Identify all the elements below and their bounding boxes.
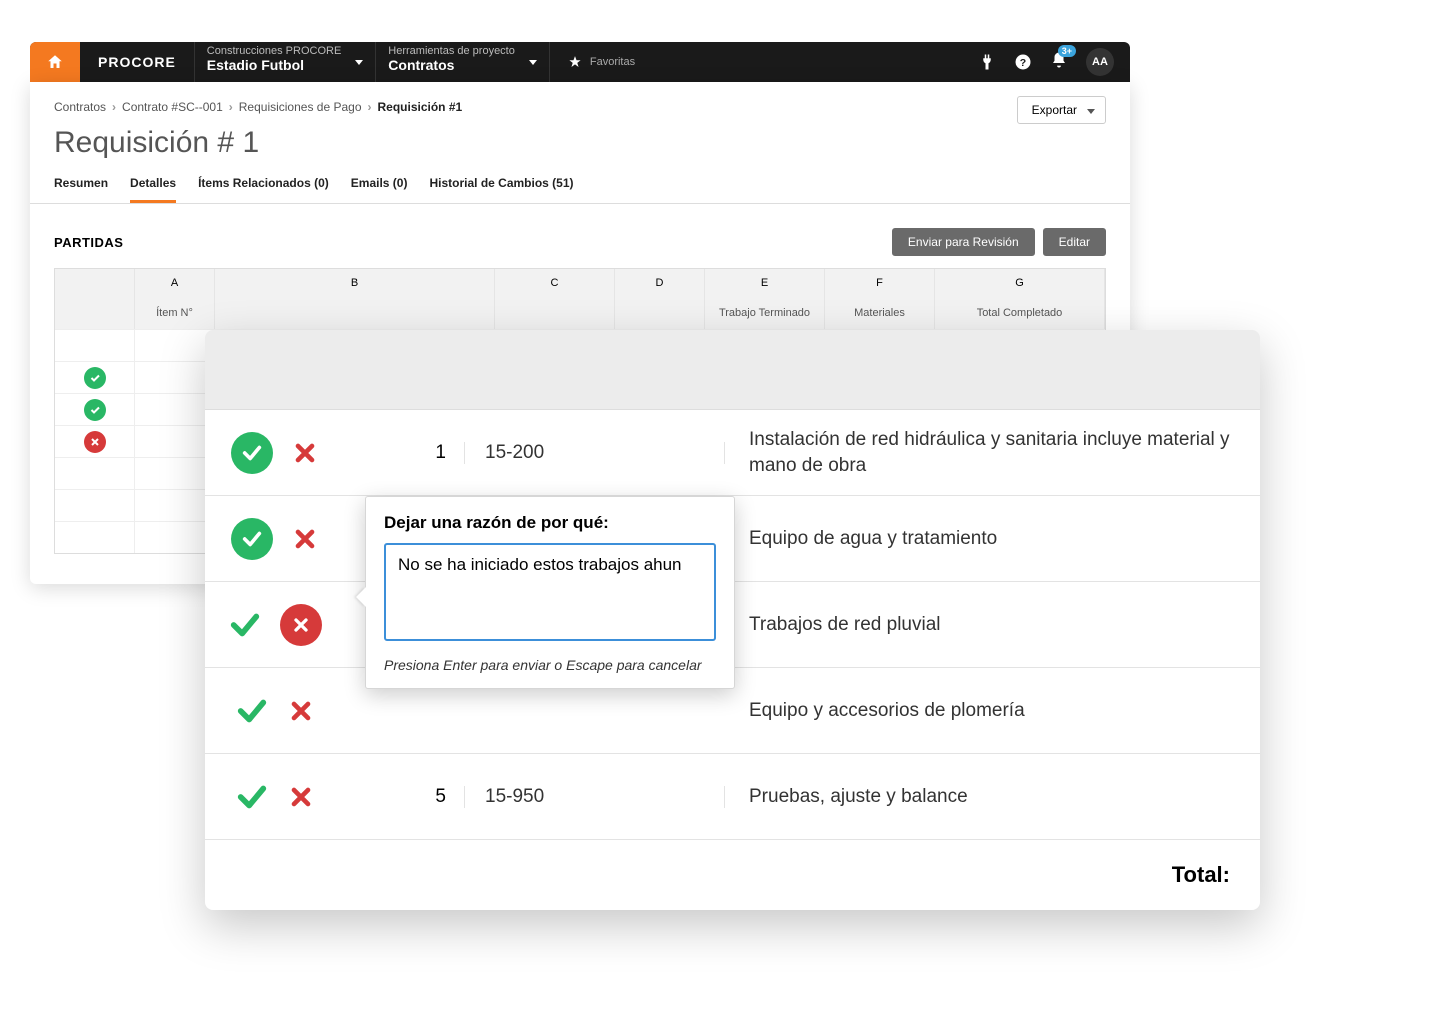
- chevron-right-icon: ›: [368, 100, 372, 114]
- reject-icon[interactable]: [291, 439, 319, 467]
- help-icon[interactable]: ?: [1014, 53, 1032, 71]
- logo: PROCORE: [80, 42, 194, 82]
- tab-resumen[interactable]: Resumen: [54, 168, 108, 203]
- breadcrumb-item[interactable]: Contrato #SC--001: [122, 100, 223, 114]
- favorites-section[interactable]: Favoritas: [549, 42, 653, 82]
- header-right: ? 3+ AA: [978, 42, 1130, 82]
- tab-detalles[interactable]: Detalles: [130, 168, 176, 203]
- col-letter: D: [615, 269, 705, 297]
- row-description: Pruebas, ajuste y balance: [725, 770, 1260, 824]
- company-value: Estadio Futbol: [207, 57, 342, 73]
- popover-hint: Presiona Enter para enviar o Escape para…: [384, 656, 716, 674]
- row-number: 1: [345, 442, 465, 464]
- breadcrumb-current: Requisición #1: [378, 100, 463, 114]
- chevron-down-icon: [529, 60, 537, 65]
- approve-icon[interactable]: [235, 694, 269, 728]
- chevron-right-icon: ›: [112, 100, 116, 114]
- reject-icon[interactable]: [280, 604, 322, 646]
- notifications[interactable]: 3+: [1050, 51, 1068, 74]
- row-code: 15-950: [465, 786, 725, 808]
- approve-icon[interactable]: [228, 608, 262, 642]
- tool-value: Contratos: [388, 57, 515, 73]
- reject-icon[interactable]: [287, 697, 315, 725]
- edit-button[interactable]: Editar: [1043, 228, 1106, 256]
- breadcrumb: Contratos › Contrato #SC--001 › Requisicio…: [30, 82, 1130, 122]
- send-review-button[interactable]: Enviar para Revisión: [892, 228, 1035, 256]
- avatar[interactable]: AA: [1086, 48, 1114, 76]
- breadcrumb-item[interactable]: Requisiciones de Pago: [239, 100, 362, 114]
- top-nav: PROCORE Construcciones PROCORE Estadio F…: [30, 42, 1130, 82]
- tool-dropdown[interactable]: Herramientas de proyecto Contratos: [375, 42, 549, 82]
- total-label: Total:: [205, 840, 1260, 910]
- overlay-header: [205, 330, 1260, 410]
- row-description: Trabajos de red pluvial: [725, 598, 1260, 652]
- col-letter: C: [495, 269, 615, 297]
- tab-historial[interactable]: Historial de Cambios (51): [429, 168, 573, 203]
- row-description: Equipo y accesorios de plomería: [725, 684, 1260, 738]
- section-header: PARTIDAS Enviar para Revisión Editar: [30, 204, 1130, 268]
- tabs: Resumen Detalles Ítems Relacionados (0) …: [30, 168, 1130, 204]
- col-header: Ítem N°: [135, 297, 215, 329]
- star-icon: [568, 55, 582, 69]
- company-dropdown[interactable]: Construcciones PROCORE Estadio Futbol: [194, 42, 376, 82]
- col-letter: G: [935, 269, 1105, 297]
- approve-icon[interactable]: [84, 367, 106, 389]
- breadcrumb-item[interactable]: Contratos: [54, 100, 106, 114]
- approve-icon[interactable]: [231, 518, 273, 560]
- row-description: Instalación de red hidráulica y sanitari…: [725, 413, 1260, 492]
- col-header: Trabajo Terminado: [705, 297, 825, 329]
- col-letter: B: [215, 269, 495, 297]
- reason-input[interactable]: No se ha iniciado estos trabajos ahun: [384, 543, 716, 641]
- col-letter: F: [825, 269, 935, 297]
- plug-icon[interactable]: [978, 53, 996, 71]
- chevron-right-icon: ›: [229, 100, 233, 114]
- notifications-badge: 3+: [1058, 45, 1076, 57]
- popover-label: Dejar una razón de por qué:: [384, 513, 716, 533]
- approve-icon[interactable]: [84, 399, 106, 421]
- overlay-row: 515-950Pruebas, ajuste y balance: [205, 754, 1260, 840]
- chevron-down-icon: [355, 60, 363, 65]
- svg-text:?: ?: [1020, 57, 1026, 69]
- reject-icon[interactable]: [287, 783, 315, 811]
- col-letter: A: [135, 269, 215, 297]
- favorites-label: Favoritas: [590, 56, 635, 68]
- tool-label: Herramientas de proyecto: [388, 45, 515, 57]
- approve-icon[interactable]: [231, 432, 273, 474]
- approve-icon[interactable]: [235, 780, 269, 814]
- col-letter: E: [705, 269, 825, 297]
- row-code: 15-200: [465, 442, 725, 464]
- page-title: Requisición # 1: [30, 122, 1130, 168]
- reject-icon[interactable]: [84, 431, 106, 453]
- tab-emails[interactable]: Emails (0): [351, 168, 408, 203]
- overlay-row: 115-200Instalación de red hidráulica y s…: [205, 410, 1260, 496]
- export-button[interactable]: Exportar: [1017, 96, 1106, 124]
- home-icon: [46, 53, 64, 71]
- row-description: Equipo de agua y tratamiento: [725, 512, 1260, 566]
- section-title: PARTIDAS: [54, 235, 123, 250]
- company-label: Construcciones PROCORE: [207, 45, 342, 57]
- col-header: Materiales: [825, 297, 935, 329]
- tab-items[interactable]: Ítems Relacionados (0): [198, 168, 329, 203]
- reject-icon[interactable]: [291, 525, 319, 553]
- col-header: Total Completado: [935, 297, 1105, 329]
- row-number: 5: [345, 786, 465, 808]
- home-button[interactable]: [30, 42, 80, 82]
- reason-popover: Dejar una razón de por qué: No se ha ini…: [365, 496, 735, 689]
